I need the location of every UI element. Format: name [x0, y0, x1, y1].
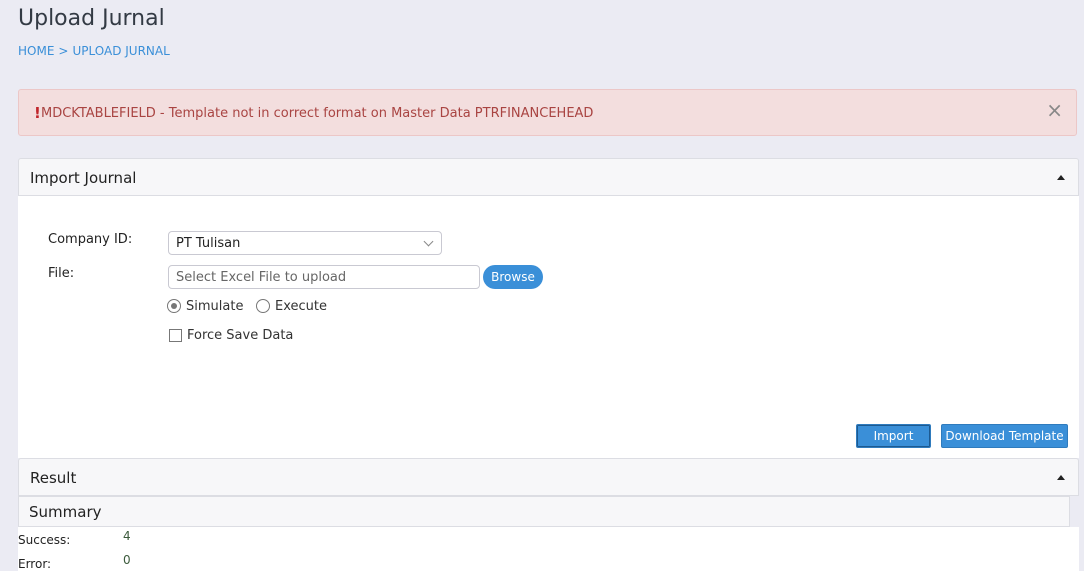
error-alert: ! MDCKTABLEFIELD - Template not in corre… — [18, 89, 1077, 136]
alert-message: MDCKTABLEFIELD - Template not in correct… — [41, 106, 594, 121]
caret-up-icon[interactable] — [1057, 175, 1065, 180]
success-count: 4 — [123, 529, 131, 543]
company-id-select[interactable]: PT Tulisan — [168, 231, 442, 255]
simulate-radio[interactable] — [167, 299, 181, 313]
breadcrumb-current[interactable]: UPLOAD JURNAL — [72, 44, 169, 58]
execute-radio[interactable] — [256, 299, 270, 313]
chevron-down-icon — [423, 236, 434, 247]
breadcrumb: HOME > UPLOAD JURNAL — [18, 44, 170, 58]
summary-title: Summary — [29, 503, 102, 521]
company-id-value: PT Tulisan — [176, 236, 241, 251]
force-save-checkbox[interactable] — [169, 329, 182, 342]
simulate-radio-label[interactable]: Simulate — [186, 299, 243, 314]
browse-button[interactable]: Browse — [483, 265, 543, 289]
summary-header: Summary — [18, 496, 1070, 527]
file-label: File: — [48, 266, 75, 281]
file-input[interactable]: Select Excel File to upload — [168, 265, 480, 289]
summary-body — [18, 527, 1079, 571]
error-count: 0 — [123, 553, 131, 567]
import-journal-panel-header[interactable]: Import Journal — [18, 158, 1079, 196]
success-label: Success: — [18, 533, 71, 547]
force-save-label[interactable]: Force Save Data — [187, 328, 293, 343]
exclamation-icon: ! — [34, 104, 41, 122]
execute-radio-label[interactable]: Execute — [275, 299, 327, 314]
page-title: Upload Jurnal — [18, 6, 165, 31]
import-button[interactable]: Import — [856, 424, 931, 448]
result-panel-header[interactable]: Result — [18, 458, 1079, 496]
breadcrumb-home-link[interactable]: HOME — [18, 44, 54, 58]
caret-up-icon[interactable] — [1057, 475, 1065, 480]
close-icon[interactable]: × — [1046, 100, 1063, 120]
download-template-button[interactable]: Download Template — [941, 424, 1068, 448]
import-journal-panel-title: Import Journal — [30, 169, 137, 187]
result-panel-title: Result — [30, 469, 77, 487]
error-label: Error: — [18, 557, 52, 571]
breadcrumb-separator: > — [58, 44, 69, 58]
company-id-label: Company ID: — [48, 232, 133, 247]
file-input-placeholder: Select Excel File to upload — [176, 270, 347, 285]
